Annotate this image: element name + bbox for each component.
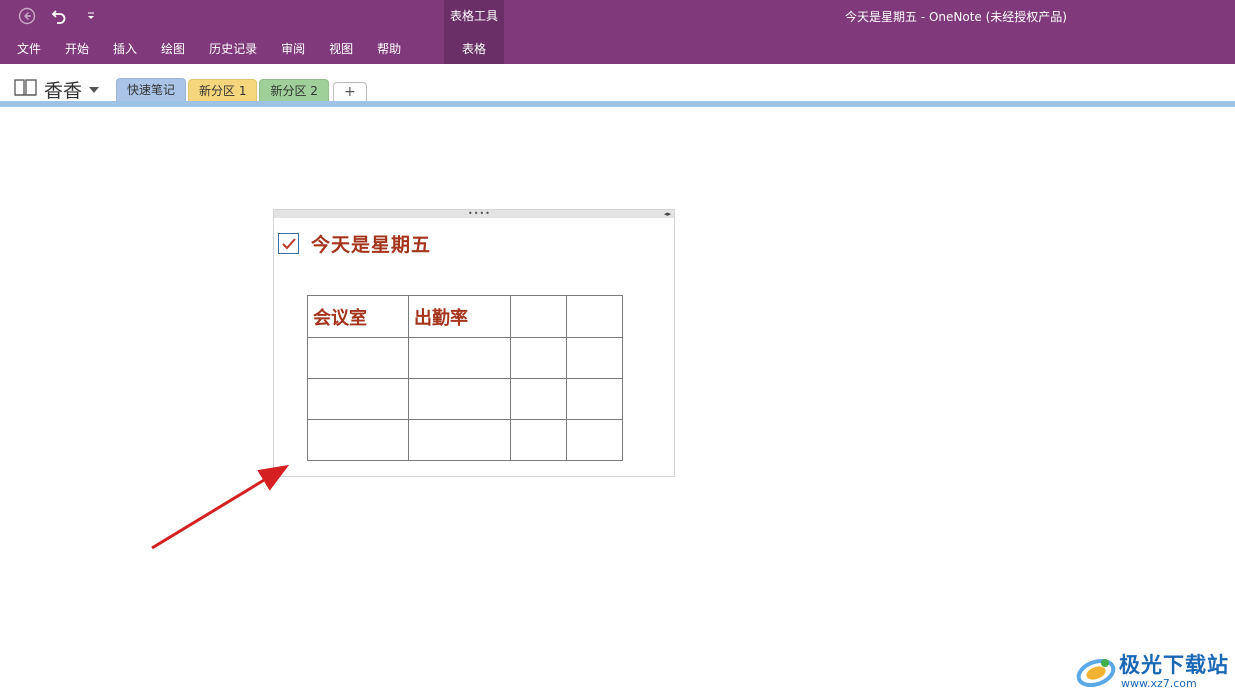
table-cell[interactable] [510, 337, 567, 379]
table-cell[interactable] [510, 295, 567, 338]
quick-access-toolbar [16, 4, 102, 28]
tab-insert[interactable]: 插入 [101, 38, 149, 60]
tab-review[interactable]: 审阅 [269, 38, 317, 60]
table-cell[interactable] [566, 378, 623, 420]
notebook-selector[interactable]: 香香 [14, 76, 100, 103]
section-tab-new-1[interactable]: 新分区 1 [188, 79, 258, 102]
tab-help[interactable]: 帮助 [365, 38, 413, 60]
tab-history[interactable]: 历史记录 [197, 38, 269, 60]
table-cell[interactable]: 会议室 [307, 295, 409, 338]
table-cell[interactable] [408, 337, 511, 379]
table-row [307, 378, 623, 420]
table-cell[interactable] [307, 419, 409, 461]
table-cell[interactable] [510, 419, 567, 461]
table-cell[interactable] [408, 378, 511, 420]
add-section-button[interactable]: + [332, 82, 367, 102]
customize-qat-icon[interactable] [80, 5, 102, 27]
watermark-url: www.xz7.com [1121, 677, 1197, 690]
title-bar: 表格工具 今天是星期五 - OneNote (未经授权产品) 文件 开始 插入 … [0, 0, 1235, 64]
undo-icon[interactable] [48, 5, 70, 27]
table-cell[interactable] [307, 337, 409, 379]
watermark: 极光下载站 www.xz7.com [1075, 647, 1235, 697]
watermark-text: 极光下载站 [1119, 653, 1229, 677]
note-title[interactable]: 今天是星期五 [311, 230, 431, 257]
section-tab-quick-notes[interactable]: 快速笔记 [116, 78, 187, 102]
watermark-logo-icon [1076, 658, 1116, 688]
tab-table[interactable]: 表格 [447, 38, 501, 60]
context-tab-group-label: 表格工具 [449, 9, 498, 23]
annotation-arrow-icon [151, 464, 290, 550]
notebook-icon [14, 78, 38, 102]
tab-draw[interactable]: 绘图 [149, 38, 197, 60]
back-arrow-icon[interactable] [16, 5, 38, 27]
chevron-down-icon[interactable] [88, 80, 100, 99]
table-row [307, 419, 623, 461]
resize-arrows-icon[interactable]: ◂▸ [664, 210, 671, 218]
page-canvas[interactable]: •••• ◂▸ 今天是星期五 会议室 出勤率 极光下载站 www.xz7.com [0, 107, 1235, 700]
table-cell[interactable]: 出勤率 [408, 295, 511, 338]
drag-grip-icon[interactable]: •••• [468, 210, 491, 218]
section-tab-bar: 香香 快速笔记 新分区 1 新分区 2 + [0, 64, 1235, 102]
window-title: 今天是星期五 - OneNote (未经授权产品) [845, 10, 1067, 24]
table-row [307, 337, 623, 379]
note-table[interactable]: 会议室 出勤率 [307, 295, 623, 461]
note-container[interactable]: •••• ◂▸ 今天是星期五 会议室 出勤率 [273, 209, 675, 477]
todo-checkbox[interactable] [278, 233, 299, 254]
table-cell[interactable] [566, 295, 623, 338]
notebook-name: 香香 [44, 80, 83, 102]
table-cell[interactable] [510, 378, 567, 420]
table-cell[interactable] [566, 337, 623, 379]
section-tab-new-2[interactable]: 新分区 2 [259, 79, 329, 102]
table-cell[interactable] [307, 378, 409, 420]
table-cell[interactable] [566, 419, 623, 461]
tab-home[interactable]: 开始 [53, 38, 101, 60]
ribbon-tabs: 文件 开始 插入 绘图 历史记录 审阅 视图 帮助 表格 [0, 38, 486, 60]
tab-file[interactable]: 文件 [0, 38, 53, 60]
tab-view[interactable]: 视图 [317, 38, 365, 60]
section-tabs: 快速笔记 新分区 1 新分区 2 + [116, 78, 367, 102]
onenote-window: 表格工具 今天是星期五 - OneNote (未经授权产品) 文件 开始 插入 … [0, 0, 1235, 700]
checkmark-icon [281, 237, 296, 249]
table-cell[interactable] [408, 419, 511, 461]
note-container-handle[interactable]: •••• ◂▸ [274, 210, 674, 218]
todo-item: 今天是星期五 [278, 230, 431, 257]
table-row: 会议室 出勤率 [307, 295, 623, 338]
